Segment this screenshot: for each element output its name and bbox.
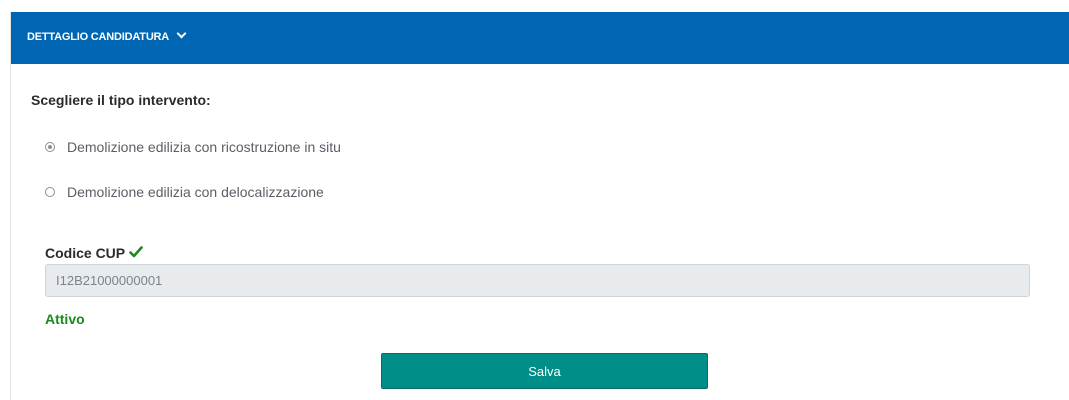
radio-label: Demolizione edilizia con ricostruzione i… (67, 139, 341, 155)
panel-header-title: DETTAGLIO CANDIDATURA (27, 28, 186, 43)
radio-option-delocalizzazione[interactable]: Demolizione edilizia con delocalizzazion… (45, 184, 324, 200)
save-button[interactable]: Salva (381, 353, 708, 389)
cup-label: Codice CUP (45, 245, 143, 261)
radio-button-unchecked-icon[interactable] (45, 187, 55, 197)
cup-code-input[interactable] (45, 264, 1030, 297)
candidatura-panel: DETTAGLIO CANDIDATURA Scegliere il tipo … (10, 12, 1069, 400)
panel-title-text: DETTAGLIO CANDIDATURA (27, 31, 169, 43)
chevron-down-icon[interactable] (176, 28, 186, 39)
panel-header[interactable]: DETTAGLIO CANDIDATURA (11, 12, 1069, 64)
radio-label: Demolizione edilizia con delocalizzazion… (67, 184, 324, 200)
radio-button-checked-icon[interactable] (45, 142, 55, 152)
intervention-type-label: Scegliere il tipo intervento: (31, 92, 211, 108)
radio-option-ricostruzione[interactable]: Demolizione edilizia con ricostruzione i… (45, 139, 341, 155)
check-icon (129, 246, 143, 258)
cup-status-text: Attivo (45, 311, 85, 327)
cup-label-text: Codice CUP (45, 245, 126, 261)
top-strip (0, 0, 1069, 12)
